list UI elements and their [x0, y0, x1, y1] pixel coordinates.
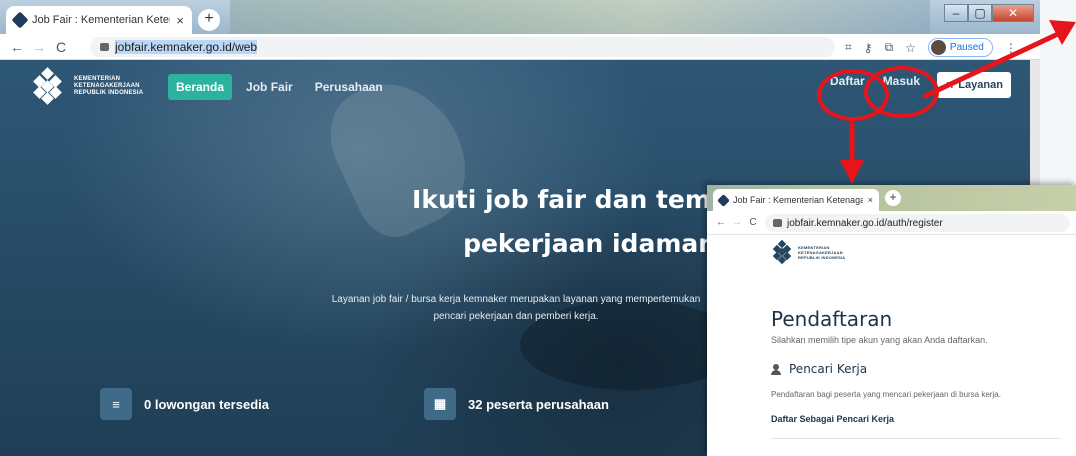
- star-icon[interactable]: ☆: [905, 41, 916, 55]
- brand-name: KEMENTERIAN KETENAGAKERJAAN REPUBLIK IND…: [798, 244, 846, 260]
- back-icon[interactable]: ←: [6, 39, 28, 55]
- menu-icon[interactable]: ⋮: [1005, 41, 1017, 55]
- stat-vacancies: ≡ 0 lowongan tersedia: [100, 388, 269, 420]
- main-nav: Beranda Job Fair Perusahaan: [168, 74, 391, 100]
- lock-icon: [100, 43, 109, 51]
- tab-close-icon[interactable]: ×: [176, 13, 184, 28]
- register-page-window: Job Fair : Kementerian Ketenaga × + ← → …: [707, 185, 1076, 456]
- divider: [771, 438, 1061, 439]
- back-icon[interactable]: ←: [713, 217, 729, 228]
- brand-name: KEMENTERIAN KETENAGAKERJAAN REPUBLIK IND…: [74, 75, 144, 96]
- new-tab-button[interactable]: +: [198, 9, 220, 31]
- forward-icon[interactable]: →: [28, 39, 50, 55]
- stat-label: 32 peserta perusahaan: [468, 396, 609, 412]
- desktop-background: [230, 0, 930, 34]
- lock-icon: [773, 219, 782, 227]
- reload-icon[interactable]: C: [50, 39, 72, 55]
- site-logo[interactable]: KEMENTERIAN KETENAGAKERJAAN REPUBLIK IND…: [30, 67, 144, 105]
- forward-icon[interactable]: →: [729, 217, 745, 228]
- close-window-button[interactable]: ✕: [992, 4, 1034, 22]
- register-title: Pendaftaran: [771, 307, 893, 331]
- minimize-button[interactable]: –: [944, 4, 968, 22]
- list-icon: ≡: [100, 388, 132, 420]
- arrowhead-up-right-icon: [1049, 20, 1076, 45]
- services-label: Layanan: [958, 79, 1003, 91]
- browser-tab[interactable]: Job Fair : Kementerian Ketenagaker ×: [6, 6, 192, 34]
- url-text: jobfair.kemnaker.go.id/web: [115, 40, 258, 54]
- screenshot: Job Fair : Kementerian Ketenagaker × + –…: [0, 0, 1076, 456]
- toolbar: ← → C jobfair.kemnaker.go.id/auth/regist…: [707, 211, 1076, 235]
- kemnaker-logo-icon: [30, 67, 66, 105]
- address-bar[interactable]: jobfair.kemnaker.go.id/auth/register: [765, 214, 1070, 232]
- extension-icon[interactable]: ⧉: [885, 40, 894, 55]
- stat-companies: ▦ 32 peserta perusahaan: [424, 388, 609, 420]
- url-text: jobfair.kemnaker.go.id/auth/register: [787, 217, 943, 229]
- title-bar: Job Fair : Kementerian Ketenagaker × + –…: [0, 0, 1040, 34]
- site-favicon-icon: [717, 193, 730, 207]
- reload-icon[interactable]: C: [745, 217, 761, 228]
- services-button[interactable]: ⁙ Layanan: [937, 72, 1011, 98]
- tab-title: Job Fair : Kementerian Ketenagaker: [32, 14, 170, 26]
- kemnaker-logo-icon: [771, 239, 793, 265]
- toolbar-actions: ⌗ ⚷ ⧉ ☆ Paused ⋮: [845, 38, 1017, 57]
- register-subtitle: Silahkan memilih tipe akun yang akan And…: [771, 335, 988, 345]
- role-description: Pendaftaran bagi peserta yang mencari pe…: [771, 390, 1001, 399]
- role-job-seeker: Pencari Kerja: [771, 362, 867, 376]
- grid-icon: ⁙: [945, 79, 955, 92]
- site-favicon-icon: [11, 11, 29, 29]
- nav-beranda[interactable]: Beranda: [168, 74, 233, 100]
- building-icon: ▦: [424, 388, 456, 420]
- tab-close-icon[interactable]: ×: [868, 195, 873, 205]
- user-icon: [771, 363, 781, 375]
- nav-job-fair[interactable]: Job Fair: [238, 74, 301, 100]
- key-icon[interactable]: ⚷: [864, 41, 873, 55]
- title-bar: Job Fair : Kementerian Ketenaga × +: [707, 185, 1076, 211]
- new-tab-button[interactable]: +: [885, 190, 901, 206]
- page-title: Ikuti job fair dan temukan pekerjaan ida…: [412, 185, 780, 258]
- browser-tab[interactable]: Job Fair : Kementerian Ketenaga ×: [713, 189, 879, 211]
- toolbar: ← → C jobfair.kemnaker.go.id/web ⌗ ⚷ ⧉ ☆…: [0, 34, 1040, 60]
- site-logo[interactable]: KEMENTERIAN KETENAGAKERJAAN REPUBLIK IND…: [771, 239, 846, 265]
- stat-label: 0 lowongan tersedia: [144, 396, 269, 412]
- role-title: Pencari Kerja: [789, 362, 868, 376]
- profile-status: Paused: [949, 42, 984, 53]
- hero-description: Layanan job fair / bursa kerja kemnaker …: [331, 294, 701, 322]
- address-bar[interactable]: jobfair.kemnaker.go.id/web: [90, 37, 835, 57]
- maximize-button[interactable]: ▢: [968, 4, 992, 22]
- avatar: [930, 40, 946, 55]
- tab-title: Job Fair : Kementerian Ketenaga: [733, 195, 863, 205]
- register-job-seeker-link[interactable]: Daftar Sebagai Pencari Kerja: [771, 414, 894, 424]
- profile-button[interactable]: Paused: [927, 38, 993, 57]
- annotation-circle-masuk: [864, 66, 939, 118]
- nav-perusahaan[interactable]: Perusahaan: [307, 74, 391, 100]
- qr-code-icon[interactable]: ⌗: [845, 40, 852, 55]
